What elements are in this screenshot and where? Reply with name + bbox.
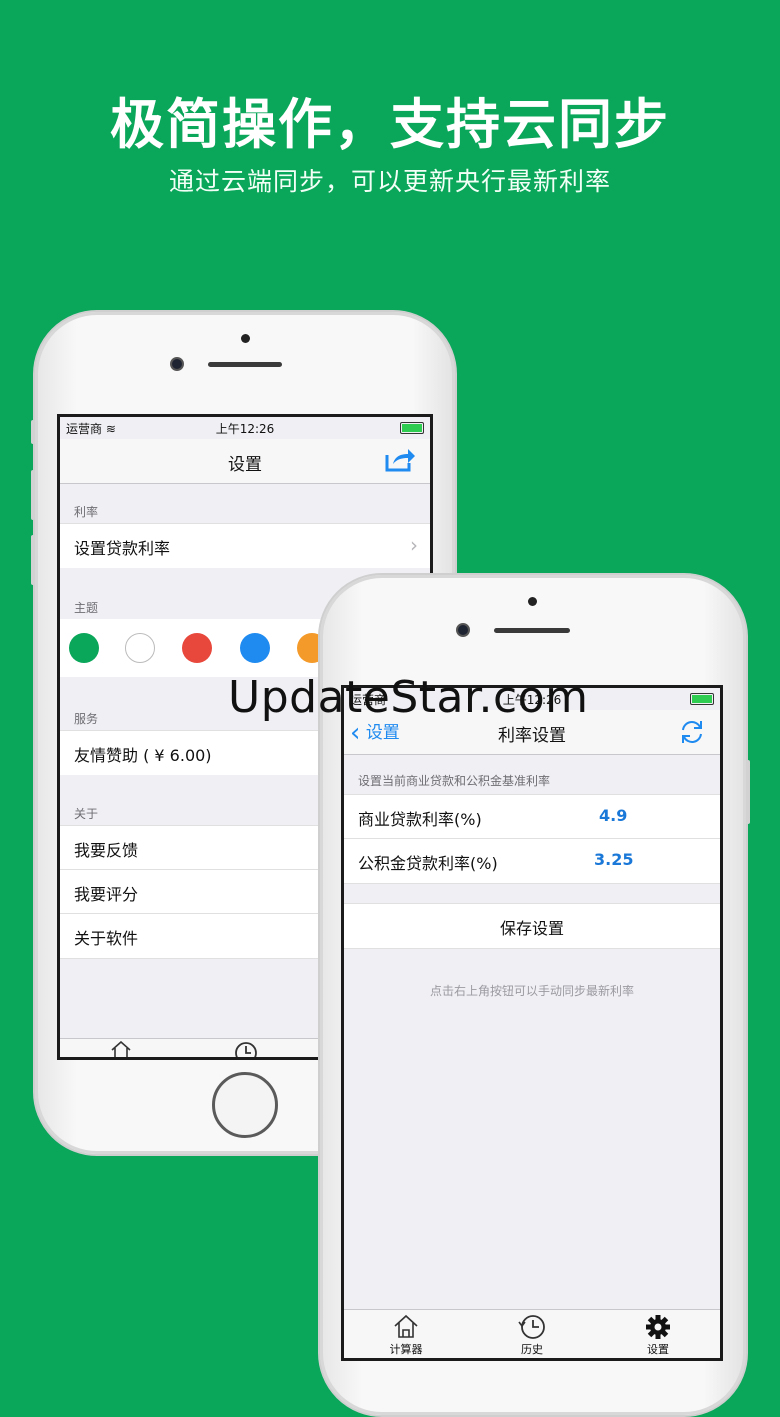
row-label: 公积金贷款利率(%) [358,854,498,873]
section-header-theme: 主题 [74,601,99,615]
status-bar: 运营商 ≋ 上午12:26 [60,417,430,439]
power-key [746,760,750,824]
clock-icon[interactable] [232,1041,258,1057]
gear-icon [646,1315,670,1339]
tab-label: 计算器 [389,1343,423,1356]
refresh-icon[interactable] [678,718,706,746]
theme-blue-swatch[interactable] [240,633,270,663]
tab-label: 历史 [521,1343,543,1356]
earpiece [208,362,282,367]
clock-icon [518,1315,545,1339]
home-icon [394,1314,418,1338]
earpiece [494,628,570,633]
row-value[interactable]: 4.9 [599,806,627,825]
headline: 极简操作，支持云同步 [110,93,670,156]
nav-title: 设置 [228,455,262,475]
row-value[interactable]: 3.25 [594,850,633,869]
cell-label: 关于软件 [74,929,139,948]
sync-hint: 点击右上角按钮可以手动同步最新利率 [429,984,634,998]
sensor-dot [528,597,537,606]
cell-label: 我要反馈 [74,841,139,860]
tab-calculator[interactable]: 计算器 [366,1313,446,1357]
sensor-dot [241,334,250,343]
front-screen: 运营商 上午12:26 ‹ 设置 利率设置 设置当前商业贷款和公积金基准利率 商… [341,685,723,1361]
volume-up-key [31,470,35,520]
cell-label: 我要评分 [74,885,139,904]
section-header-service: 服务 [74,712,99,726]
tab-bar: 计算器 历史 设置 [344,1309,720,1358]
theme-red-swatch[interactable] [182,633,212,663]
section-header: 设置当前商业贷款和公积金基准利率 [358,774,551,788]
section-header-rate: 利率 [74,505,99,519]
set-loan-rate-cell[interactable]: 设置贷款利率 › [60,523,430,568]
theme-white-swatch[interactable] [125,633,155,663]
row-label: 商业贷款利率(%) [358,810,482,829]
share-icon[interactable] [384,447,416,473]
clock: 上午12:26 [215,422,275,436]
provident-fund-rate-row[interactable]: 公积金贷款利率(%) 3.25 [344,838,720,884]
home-icon[interactable] [110,1041,132,1057]
save-label: 保存设置 [499,919,564,938]
section-header-about: 关于 [74,807,99,821]
watermark: UpdateStar.com [228,672,589,723]
subline: 通过云端同步，可以更新央行最新利率 [168,167,611,196]
tab-history[interactable]: 历史 [492,1313,572,1357]
tab-label: 设置 [647,1343,669,1356]
theme-green-swatch[interactable] [69,633,99,663]
save-settings-button[interactable]: 保存设置 [344,903,720,949]
cell-label: 友情赞助 ( ¥ 6.00) [74,746,212,765]
volume-down-key [31,535,35,585]
mute-switch [31,420,35,444]
nav-bar: 设置 [60,439,430,484]
home-button[interactable] [212,1072,278,1138]
battery-icon [690,693,714,705]
battery-icon [400,422,424,434]
front-camera [456,623,470,637]
cell-label: 设置贷款利率 [74,539,171,558]
chevron-right-icon: › [410,533,418,557]
tab-settings[interactable]: 设置 [618,1313,698,1357]
front-camera [170,357,184,371]
commercial-rate-row[interactable]: 商业贷款利率(%) 4.9 [344,794,720,839]
nav-title: 利率设置 [498,726,566,746]
